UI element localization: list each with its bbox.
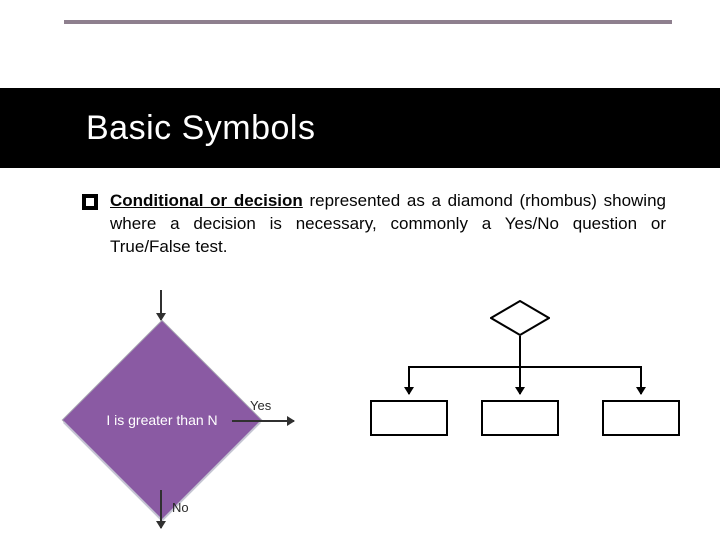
example-multibranch bbox=[380, 300, 670, 510]
flow-line-horizontal-icon bbox=[408, 366, 642, 368]
bullet-icon bbox=[82, 194, 98, 210]
decision-diamond-label: I is greater than N bbox=[80, 412, 244, 428]
flow-arrow-branch-icon bbox=[519, 366, 521, 394]
example-decision-diamond: I is greater than N Yes No bbox=[80, 300, 310, 530]
bullet-text: Conditional or decision represented as a… bbox=[110, 190, 666, 259]
title-band: Basic Symbols bbox=[0, 88, 720, 168]
flow-arrow-branch-icon bbox=[640, 366, 642, 394]
flow-line-stem-icon bbox=[519, 336, 521, 366]
flow-arrow-no-icon bbox=[160, 490, 162, 528]
flow-arrow-yes-icon bbox=[232, 420, 294, 422]
bullet-lead: Conditional or decision bbox=[110, 191, 303, 210]
process-box-icon bbox=[481, 400, 559, 436]
flow-arrow-branch-icon bbox=[408, 366, 410, 394]
process-box-icon bbox=[370, 400, 448, 436]
process-box-icon bbox=[602, 400, 680, 436]
yes-label: Yes bbox=[250, 398, 271, 413]
small-diamond-icon bbox=[490, 300, 550, 336]
flow-arrow-in-icon bbox=[160, 290, 162, 320]
slide-title: Basic Symbols bbox=[86, 109, 315, 148]
no-label: No bbox=[172, 500, 189, 515]
body-bullet: Conditional or decision represented as a… bbox=[82, 190, 666, 259]
top-accent-rule bbox=[64, 20, 672, 24]
